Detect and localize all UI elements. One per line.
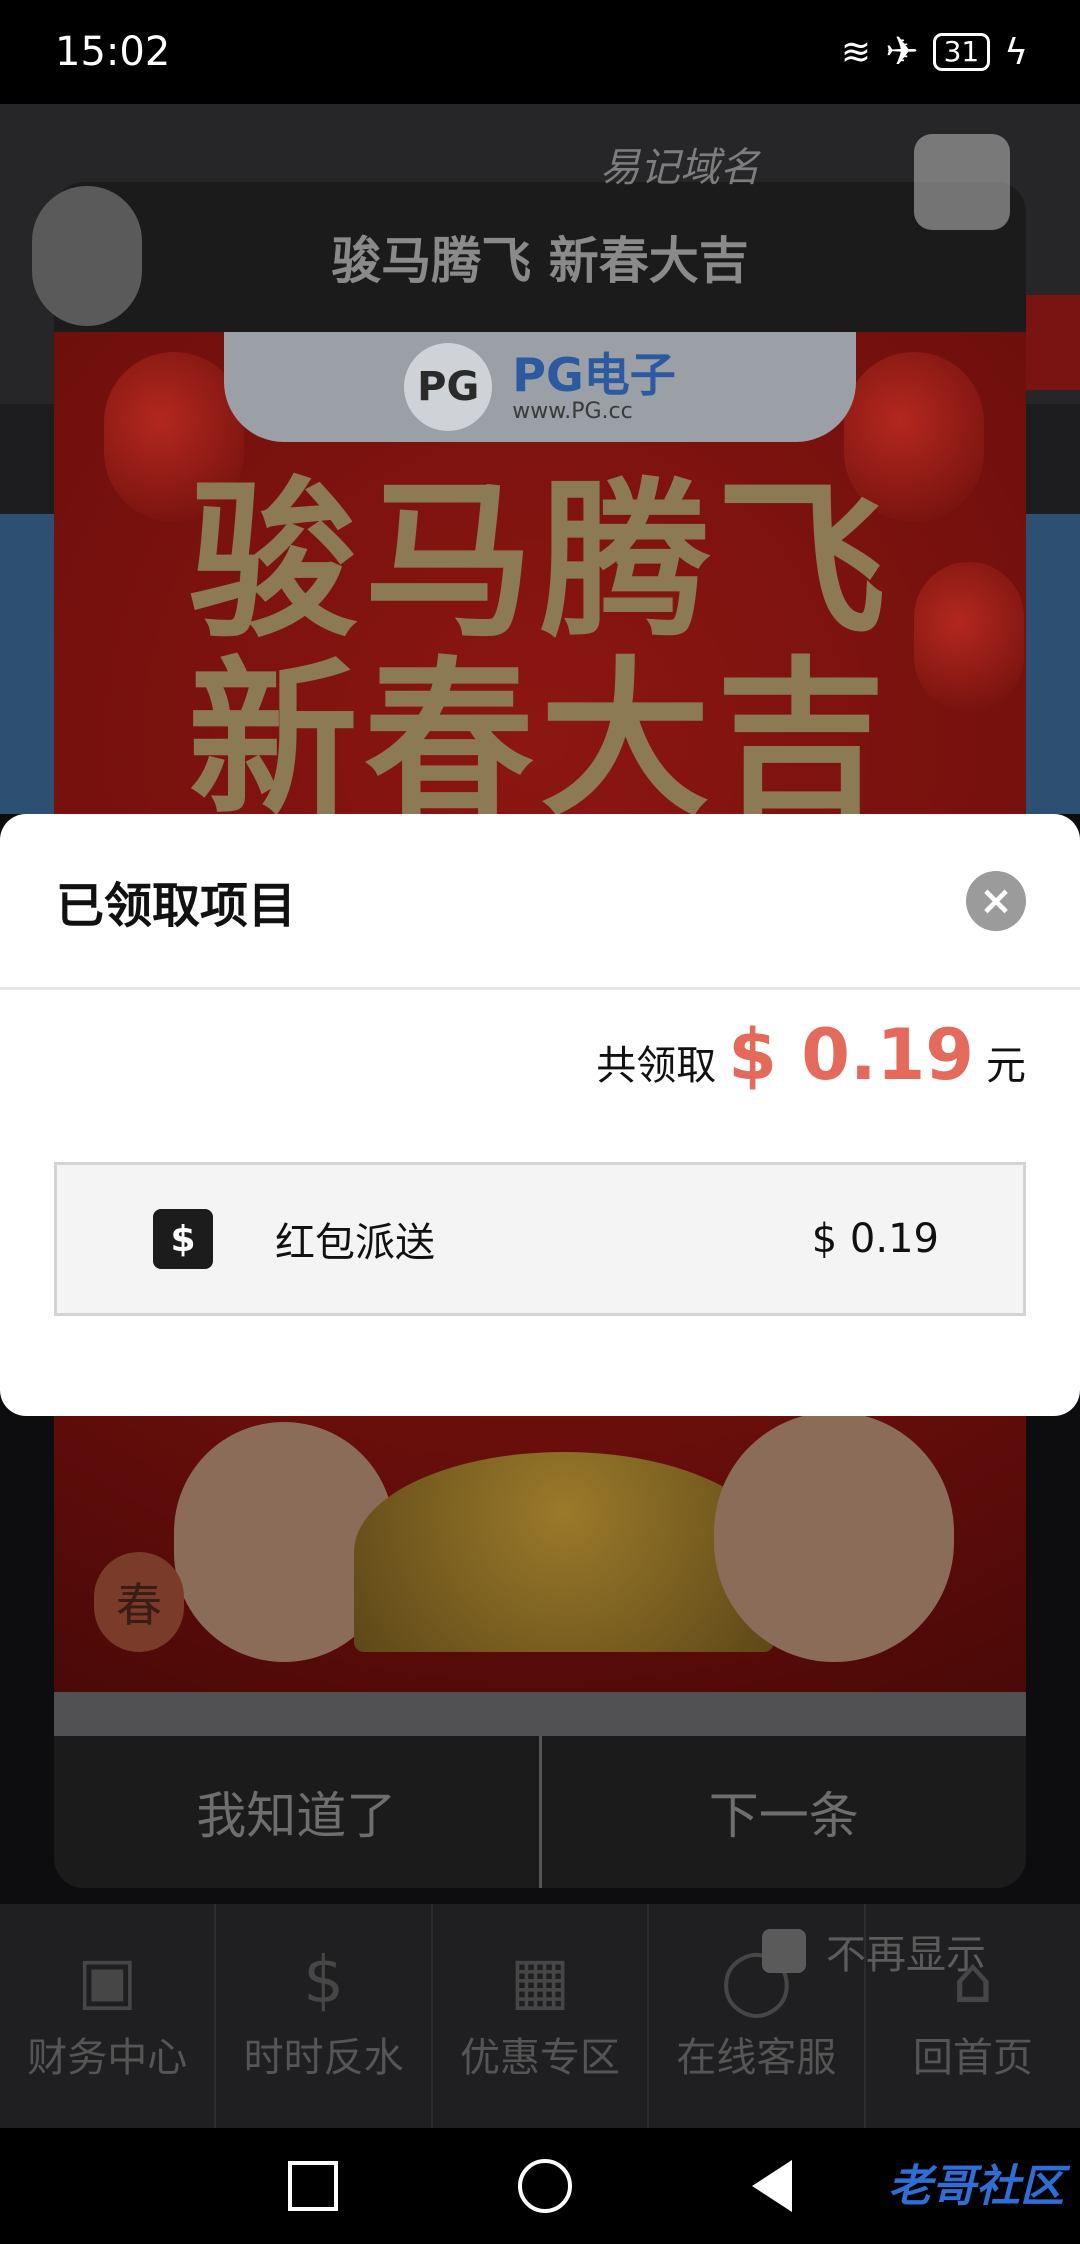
gold-ingots-image — [354, 1452, 774, 1652]
tab-label: 时时反水 — [243, 2035, 404, 2081]
gift-icon: ▦ — [509, 1944, 571, 2018]
status-bar: 15:02 ≋ ✈ 31 ϟ — [0, 0, 1080, 104]
chun-lantern: 春 — [94, 1552, 184, 1652]
dollar-icon: $ — [303, 1944, 344, 2018]
mascot-image — [714, 1412, 954, 1662]
charging-icon: ϟ — [1004, 31, 1028, 73]
tab-label: 优惠专区 — [460, 2035, 621, 2081]
announcement-title: 骏马腾飞 新春大吉 — [331, 232, 749, 290]
claimed-item-row: $ 红包派送 $ 0.19 — [54, 1162, 1026, 1316]
wifi-icon: ≋ — [840, 31, 872, 73]
header-badge — [1026, 295, 1080, 390]
claimed-item-name: 红包派送 — [275, 1220, 435, 1266]
tab-finance[interactable]: ▣ 财务中心 — [0, 1904, 217, 2128]
home-nav-icon[interactable] — [518, 2159, 572, 2213]
brand-url: www.PG.cc — [512, 399, 633, 425]
brand-name: PG电子 — [512, 347, 676, 402]
status-icons: ≋ ✈ 31 ϟ — [841, 29, 1028, 75]
claimed-items-modal: 已领取项目 × 共领取 $ 0.19 元 $ 红包派送 $ 0.19 — [0, 814, 1080, 1416]
menu-button[interactable] — [914, 134, 1010, 230]
close-icon[interactable]: × — [966, 870, 1026, 931]
total-claimed: 共领取 $ 0.19 元 — [596, 1014, 1026, 1096]
status-time: 15:02 — [55, 29, 171, 75]
brand-text: PG电子 www.PG.cc — [512, 347, 676, 425]
modal-header: 已领取项目 × — [0, 814, 1080, 990]
tab-label: 财务中心 — [27, 2035, 188, 2081]
tab-label: 回首页 — [912, 2035, 1033, 2081]
banner-edge-left — [0, 514, 54, 814]
tab-promotions[interactable]: ▦ 优惠专区 — [433, 1904, 650, 2128]
banner-edge-right — [1026, 514, 1080, 814]
poster-headline-line2: 新春大吉 — [187, 639, 892, 840]
got-it-button[interactable]: 我知道了 — [54, 1736, 542, 1888]
modal-title: 已领取项目 — [56, 877, 297, 934]
avatar — [32, 186, 142, 326]
total-unit: 元 — [986, 1043, 1026, 1089]
poster-headline-line1: 骏马腾飞 — [187, 461, 892, 661]
announcement-actions: 我知道了 下一条 — [54, 1736, 1026, 1888]
back-icon[interactable] — [752, 2160, 792, 2212]
money-icon: ▣ — [76, 1944, 138, 2018]
brand-banner: PG PG电子 www.PG.cc — [224, 332, 856, 442]
dont-show-again[interactable]: 不再显示 — [762, 1922, 986, 1980]
poster-headline: 骏马腾飞 新春大吉 — [54, 472, 1026, 829]
tab-label: 在线客服 — [676, 2035, 837, 2081]
divider — [54, 1692, 1026, 1736]
domain-hint: 易记域名 — [600, 145, 760, 191]
tab-rebate[interactable]: $ 时时反水 — [216, 1904, 433, 2128]
red-envelope-icon: $ — [153, 1209, 213, 1269]
battery-level: 31 — [943, 35, 980, 68]
total-label: 共领取 — [596, 1043, 717, 1089]
claimed-item-amount: $ 0.19 — [811, 1216, 939, 1262]
next-button[interactable]: 下一条 — [541, 1736, 1026, 1888]
total-amount: $ 0.19 — [728, 1014, 974, 1096]
pg-logo-icon: PG — [404, 343, 493, 431]
airplane-icon: ✈ — [885, 29, 919, 75]
dont-show-checkbox[interactable] — [762, 1929, 806, 1973]
watermark-logo: 老哥社区 — [888, 2161, 1064, 2212]
recents-icon[interactable] — [288, 2161, 338, 2211]
dont-show-label: 不再显示 — [826, 1932, 986, 1978]
battery-icon: 31 — [932, 33, 991, 71]
